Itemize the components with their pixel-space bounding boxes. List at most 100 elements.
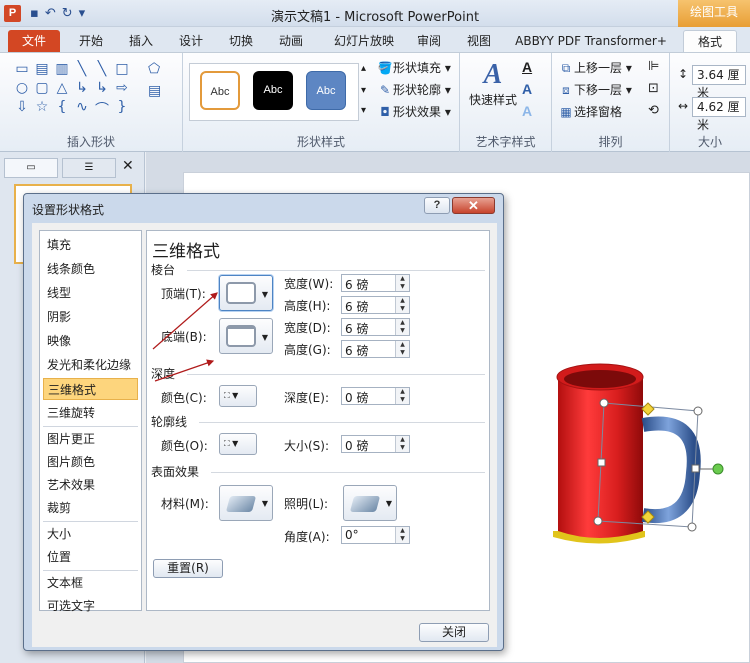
- resize-handle[interactable]: [599, 398, 609, 408]
- text-effects-icon[interactable]: A: [522, 103, 532, 119]
- shape-fill-button[interactable]: 🪣形状填充 ▾: [377, 59, 451, 76]
- bevel-bottom-width-input[interactable]: 6 磅 ▲ ▼: [341, 318, 410, 336]
- gallery-more-icon[interactable]: ▾: [361, 105, 366, 116]
- tab-slideshow[interactable]: 幻灯片放映: [324, 30, 404, 52]
- contour-size-input[interactable]: 0 磅 ▲ ▼: [341, 435, 410, 453]
- elbow-connector-icon[interactable]: ↳: [72, 80, 92, 99]
- tab-insert[interactable]: 插入: [118, 30, 164, 52]
- tab-animations[interactable]: 动画: [268, 30, 314, 52]
- spinner-icon[interactable]: ▲ ▼: [395, 319, 409, 335]
- selection-pane-button[interactable]: ▦ 选择窗格: [558, 103, 622, 120]
- style-blue-fill[interactable]: Abc: [306, 71, 346, 110]
- triangle-shape-icon[interactable]: △: [52, 80, 72, 99]
- bevel-bottom-height-input[interactable]: 6 磅 ▲ ▼: [341, 340, 410, 358]
- outline-tab[interactable]: ☰: [62, 158, 116, 178]
- style-orange-outline[interactable]: Abc: [200, 71, 240, 110]
- vertical-textbox-icon[interactable]: ▥: [52, 61, 72, 80]
- bring-forward-button[interactable]: ⧉ 上移一层 ▾: [558, 59, 632, 76]
- category-picture-color[interactable]: 图片颜色: [43, 451, 138, 473]
- text-fill-icon[interactable]: A: [522, 59, 532, 75]
- depth-size-input[interactable]: 0 磅 ▲ ▼: [341, 387, 410, 405]
- adjust-handle[interactable]: [641, 402, 655, 416]
- category-glow-soft-edges[interactable]: 发光和柔化边缘: [43, 354, 138, 376]
- category-artistic-effects[interactable]: 艺术效果: [43, 474, 138, 496]
- square-shape-icon[interactable]: □: [112, 61, 132, 80]
- brace-right-icon[interactable]: }: [112, 99, 132, 118]
- shape-outline-button[interactable]: ✎ 形状轮廓 ▾: [377, 81, 451, 98]
- shape-height-input[interactable]: 3.64 厘米: [692, 65, 746, 100]
- star-shape-icon[interactable]: ☆: [32, 99, 52, 118]
- brace-shape-icon[interactable]: {: [52, 99, 72, 118]
- arrow-right-icon[interactable]: ⇨: [112, 80, 132, 99]
- textbox-shape-icon[interactable]: ▤: [32, 61, 52, 80]
- quick-styles-button[interactable]: A 快速样式: [468, 59, 518, 108]
- category-line-style[interactable]: 线型: [43, 282, 138, 304]
- material-dropdown[interactable]: ▼: [219, 485, 273, 521]
- spinner-icon[interactable]: ▲ ▼: [395, 388, 409, 404]
- resize-handle[interactable]: [693, 406, 703, 416]
- category-3d-format[interactable]: 三维格式: [43, 378, 138, 400]
- shape-effects-button[interactable]: ◘ 形状效果 ▾: [377, 103, 451, 120]
- line-shape-icon[interactable]: ╲: [72, 61, 92, 80]
- style-black-fill[interactable]: Abc: [253, 71, 293, 110]
- edit-shape-icon[interactable]: ⬠: [148, 61, 160, 77]
- elbow-connector2-icon[interactable]: ↳: [92, 80, 112, 99]
- category-3d-rotation[interactable]: 三维旋转: [43, 402, 138, 424]
- resize-handle[interactable]: [691, 464, 700, 473]
- category-shadow[interactable]: 阴影: [43, 306, 138, 328]
- reset-button[interactable]: 重置(R): [153, 559, 223, 578]
- mug-graphic[interactable]: [540, 355, 750, 555]
- angle-input[interactable]: 0° ▲ ▼: [341, 526, 410, 544]
- category-crop[interactable]: 裁剪: [43, 497, 138, 519]
- rect-shape-icon[interactable]: ▭: [12, 61, 32, 80]
- category-reflection[interactable]: 映像: [43, 330, 138, 352]
- arrow-down-icon[interactable]: ⇩: [12, 99, 32, 118]
- rotation-handle[interactable]: [712, 463, 724, 475]
- tab-format[interactable]: 格式: [683, 30, 737, 52]
- tab-abbyy[interactable]: ABBYY PDF Transformer+: [512, 30, 670, 52]
- close-button[interactable]: 关闭: [419, 623, 489, 642]
- spinner-icon[interactable]: ▲ ▼: [395, 527, 409, 543]
- tab-home[interactable]: 开始: [68, 30, 114, 52]
- tab-transitions[interactable]: 切换: [218, 30, 264, 52]
- text-outline-icon[interactable]: A: [522, 81, 532, 97]
- contour-color-picker[interactable]: ⛶ ▼: [219, 433, 257, 455]
- tab-view[interactable]: 视图: [458, 30, 500, 52]
- gallery-down-icon[interactable]: ▾: [361, 85, 366, 96]
- lighting-dropdown[interactable]: ▼: [343, 485, 397, 521]
- arc-shape-icon[interactable]: ⌒: [92, 99, 112, 118]
- bevel-top-width-input[interactable]: 6 磅 ▲ ▼: [341, 274, 410, 292]
- line2-shape-icon[interactable]: ╲: [92, 61, 112, 80]
- rounded-rect-icon[interactable]: ▢: [32, 80, 52, 99]
- resize-handle[interactable]: [687, 522, 697, 532]
- dialog-close-icon[interactable]: ✕: [452, 197, 495, 214]
- shape-style-gallery[interactable]: Abc Abc Abc: [189, 63, 359, 121]
- spinner-icon[interactable]: ▲ ▼: [395, 341, 409, 357]
- category-position[interactable]: 位置: [43, 546, 138, 568]
- tab-file[interactable]: 文件: [8, 30, 60, 52]
- category-size[interactable]: 大小: [43, 523, 138, 545]
- category-alt-text[interactable]: 可选文字: [43, 595, 138, 617]
- textbox-insert-icon[interactable]: ▤: [148, 83, 161, 99]
- send-backward-button[interactable]: ⧈ 下移一层 ▾: [558, 81, 632, 98]
- align-icon[interactable]: ⊫: [648, 59, 659, 74]
- resize-handle[interactable]: [593, 516, 603, 526]
- spinner-icon[interactable]: ▲ ▼: [395, 436, 409, 452]
- shape-width-input[interactable]: 4.62 厘米: [692, 97, 746, 132]
- spinner-icon[interactable]: ▲ ▼: [395, 275, 409, 291]
- category-picture-corrections[interactable]: 图片更正: [43, 428, 138, 450]
- category-line-color[interactable]: 线条颜色: [43, 258, 138, 280]
- spinner-icon[interactable]: ▲ ▼: [395, 297, 409, 313]
- rotate-icon[interactable]: ⟲: [648, 103, 659, 118]
- category-fill[interactable]: 填充: [43, 234, 138, 256]
- panel-close-icon[interactable]: ✕: [122, 158, 134, 174]
- tab-design[interactable]: 设计: [168, 30, 214, 52]
- tab-review[interactable]: 审阅: [408, 30, 450, 52]
- group-objects-icon[interactable]: ⊡: [648, 81, 659, 96]
- bevel-top-height-input[interactable]: 6 磅 ▲ ▼: [341, 296, 410, 314]
- oval-shape-icon[interactable]: ○: [12, 80, 32, 99]
- curve-shape-icon[interactable]: ∿: [72, 99, 92, 118]
- resize-handle[interactable]: [597, 458, 606, 467]
- category-textbox[interactable]: 文本框: [43, 572, 138, 594]
- help-button[interactable]: ?: [424, 197, 450, 214]
